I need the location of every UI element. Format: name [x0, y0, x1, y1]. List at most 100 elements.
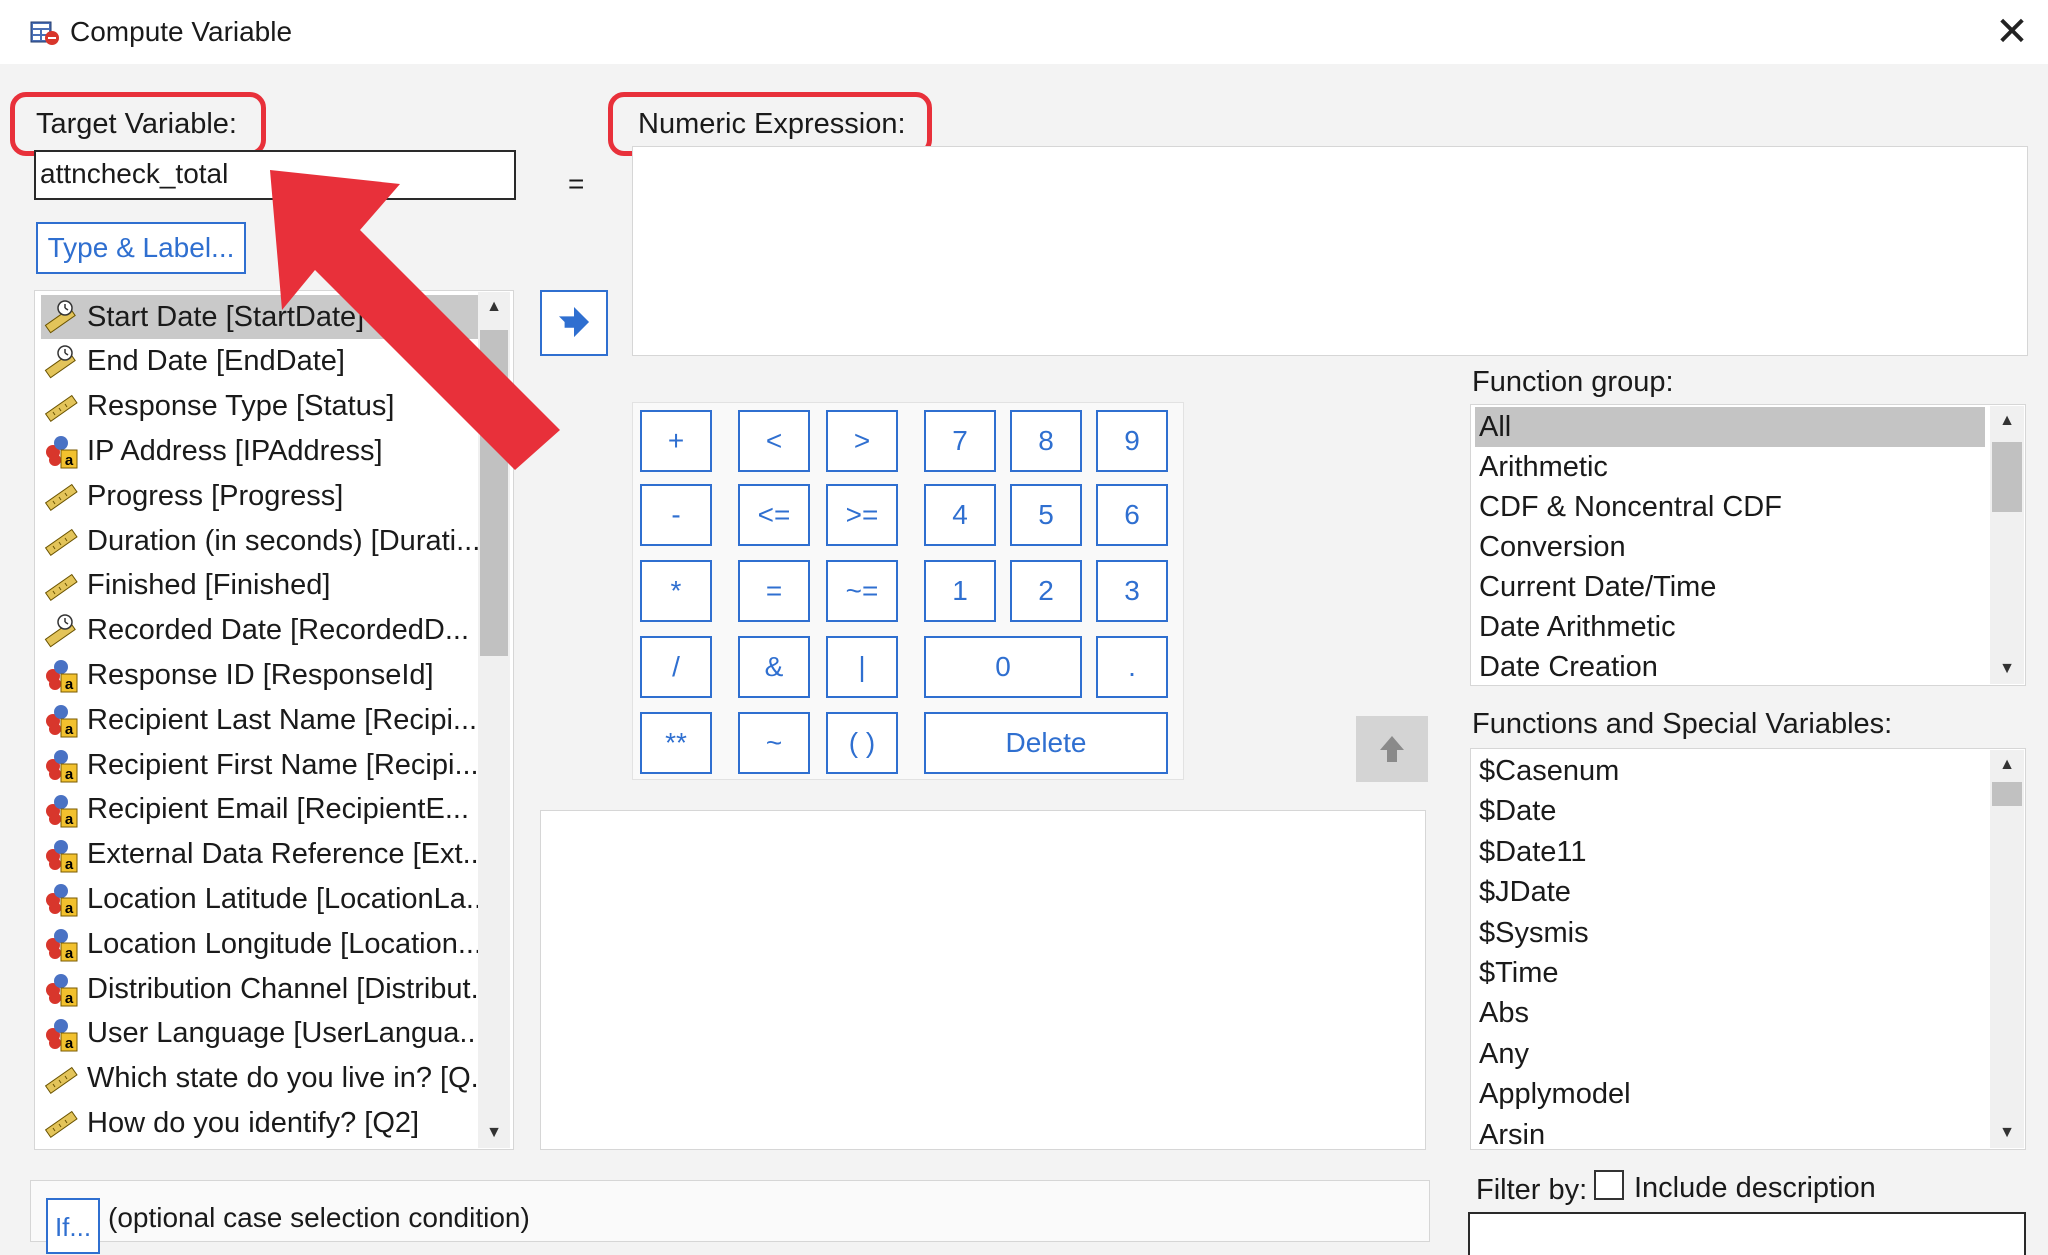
keypad-key-k3[interactable]: 3: [1096, 560, 1168, 622]
variable-list-item-label: Which state do you live in? [Q...: [87, 1062, 495, 1095]
keypad-key-k1[interactable]: 1: [924, 560, 996, 622]
function-group-list[interactable]: All Arithmetic CDF & Noncentral CDF Convers…: [1470, 404, 2026, 686]
keypad-key-mult[interactable]: *: [640, 560, 712, 622]
keypad-key-div[interactable]: /: [640, 636, 712, 698]
arrow-up-icon: [1380, 736, 1404, 762]
keypad-key-k4[interactable]: 4: [924, 484, 996, 546]
function-list-item[interactable]: $Casenum: [1475, 751, 1985, 791]
type-and-label-button[interactable]: Type & Label...: [36, 222, 246, 274]
variable-list-item-label: Recipient First Name [Recipi...: [87, 748, 479, 781]
function-group-scroll-thumb[interactable]: [1992, 442, 2022, 512]
variable-list-item-label: Recorded Date [RecordedD...: [87, 614, 470, 647]
variable-list-item[interactable]: Finished [Finished]: [41, 564, 479, 608]
variable-list-item[interactable]: a Recipient Email [RecipientE...: [41, 788, 479, 832]
functions-scrollbar[interactable]: [1990, 750, 2024, 1148]
variable-list-item[interactable]: a Response ID [ResponseId]: [41, 653, 479, 697]
spss-app-icon: [30, 21, 59, 45]
nominal-string-icon: a: [46, 794, 78, 828]
include-description-checkbox[interactable]: [1594, 1170, 1624, 1200]
keypad-key-not[interactable]: ~: [738, 712, 810, 774]
function-list-item[interactable]: Arsin: [1475, 1115, 1985, 1149]
function-group-item[interactable]: Current Date/Time: [1475, 567, 1985, 607]
svg-text:a: a: [65, 811, 74, 828]
keypad-key-ge[interactable]: >=: [826, 484, 898, 546]
keypad-key-paren[interactable]: ( ): [826, 712, 898, 774]
variable-list-item[interactable]: a Recipient Last Name [Recipi...: [41, 698, 479, 742]
functions-label: Functions and Special Variables:: [1472, 708, 1893, 740]
variable-list-item[interactable]: a User Language [UserLangua...: [41, 1012, 484, 1056]
variable-list-item[interactable]: a Recipient First Name [Recipi...: [41, 743, 479, 787]
function-list-item[interactable]: Abs: [1475, 993, 1985, 1033]
svg-text:a: a: [65, 766, 74, 783]
function-group-item[interactable]: CDF & Noncentral CDF: [1475, 487, 1985, 527]
keypad-key-k8[interactable]: 8: [1010, 410, 1082, 472]
if-button[interactable]: If...: [46, 1198, 100, 1254]
functions-scroll-thumb[interactable]: [1992, 782, 2022, 806]
function-description-box: [540, 810, 1426, 1150]
keypad-key-k9[interactable]: 9: [1096, 410, 1168, 472]
functions-list[interactable]: $Casenum $Date $Date11 $JDate $Sysmis $Time Ab…: [1470, 748, 2026, 1150]
keypad-key-lt[interactable]: <: [738, 410, 810, 472]
nominal-string-icon: a: [46, 750, 78, 783]
scroll-down-arrow-icon[interactable]: ▼: [478, 1120, 510, 1146]
function-group-item[interactable]: Conversion: [1475, 527, 1985, 567]
nominal-string-icon: a: [46, 974, 78, 1007]
keypad-key-eq[interactable]: =: [738, 560, 810, 622]
keypad-key-ne[interactable]: ~=: [826, 560, 898, 622]
numeric-expression-textarea[interactable]: [632, 146, 2028, 356]
variable-list-item-label: User Language [UserLangua...: [87, 1017, 484, 1050]
keypad-key-le[interactable]: <=: [738, 484, 810, 546]
svg-text:a: a: [65, 856, 74, 873]
filter-input[interactable]: [1468, 1212, 2026, 1255]
filter-by-label: Filter by:: [1476, 1174, 1588, 1206]
function-list-item[interactable]: Any: [1475, 1034, 1985, 1074]
function-list-item[interactable]: $Date11: [1475, 832, 1985, 872]
date-ruler-icon: [44, 613, 76, 647]
nominal-string-icon: a: [46, 1018, 78, 1052]
variable-list-item[interactable]: a Location Longitude [Location...: [41, 922, 482, 966]
keypad-key-k0[interactable]: 0: [924, 636, 1082, 698]
function-list-item[interactable]: $Time: [1475, 953, 1985, 993]
variable-list-item[interactable]: Which state do you live in? [Q...: [41, 1057, 495, 1101]
variable-list-item[interactable]: How do you identify? [Q2]: [41, 1101, 479, 1145]
keypad-key-k2[interactable]: 2: [1010, 560, 1082, 622]
fg-scroll-down-arrow-icon[interactable]: ▼: [1990, 656, 2024, 682]
keypad-key-pow[interactable]: **: [640, 712, 712, 774]
close-icon[interactable]: ✕: [1990, 10, 2034, 54]
variable-list-item[interactable]: Duration (in seconds) [Durati...: [41, 519, 480, 563]
function-group-item[interactable]: All: [1475, 407, 1985, 447]
keypad-key-k6[interactable]: 6: [1096, 484, 1168, 546]
variable-list-item[interactable]: a External Data Reference [Ext...: [41, 833, 487, 877]
keypad-key-k7[interactable]: 7: [924, 410, 996, 472]
keypad-key-and[interactable]: &: [738, 636, 810, 698]
function-group-item[interactable]: Arithmetic: [1475, 447, 1985, 487]
svg-text:a: a: [65, 721, 74, 738]
function-group-item[interactable]: Date Arithmetic: [1475, 607, 1985, 647]
nominal-string-icon: a: [46, 705, 78, 738]
variable-list-item[interactable]: Progress [Progress]: [41, 474, 479, 518]
variable-list-item[interactable]: a Distribution Channel [Distribut...: [41, 967, 495, 1011]
variable-list-item[interactable]: Recorded Date [RecordedD...: [41, 609, 479, 653]
window-title: Compute Variable: [70, 16, 293, 47]
function-group-item[interactable]: Date Creation: [1475, 647, 1985, 685]
variable-list-item[interactable]: a Location Latitude [LocationLa...: [41, 877, 490, 921]
keypad-key-plus[interactable]: +: [640, 410, 712, 472]
fn-scroll-down-arrow-icon[interactable]: ▼: [1990, 1120, 2024, 1146]
keypad-key-minus[interactable]: -: [640, 484, 712, 546]
function-list-item[interactable]: Applymodel: [1475, 1074, 1985, 1114]
move-function-up-button[interactable]: [1356, 716, 1428, 782]
keypad-key-k5[interactable]: 5: [1010, 484, 1082, 546]
function-list-item[interactable]: $JDate: [1475, 872, 1985, 912]
fg-scroll-up-arrow-icon[interactable]: ▲: [1990, 408, 2024, 434]
variable-list-item-label: External Data Reference [Ext...: [87, 838, 487, 871]
keypad-key-delete[interactable]: Delete: [924, 712, 1168, 774]
fn-scroll-up-arrow-icon[interactable]: ▲: [1990, 752, 2024, 778]
variable-list-item-label: Distribution Channel [Distribut...: [87, 972, 495, 1005]
function-list-item[interactable]: $Sysmis: [1475, 913, 1985, 953]
keypad-key-or[interactable]: |: [826, 636, 898, 698]
keypad-key-gt[interactable]: >: [826, 410, 898, 472]
svg-text:a: a: [65, 452, 74, 469]
keypad-key-dot[interactable]: .: [1096, 636, 1168, 698]
function-list-item[interactable]: $Date: [1475, 791, 1985, 831]
svg-text:a: a: [65, 676, 74, 693]
